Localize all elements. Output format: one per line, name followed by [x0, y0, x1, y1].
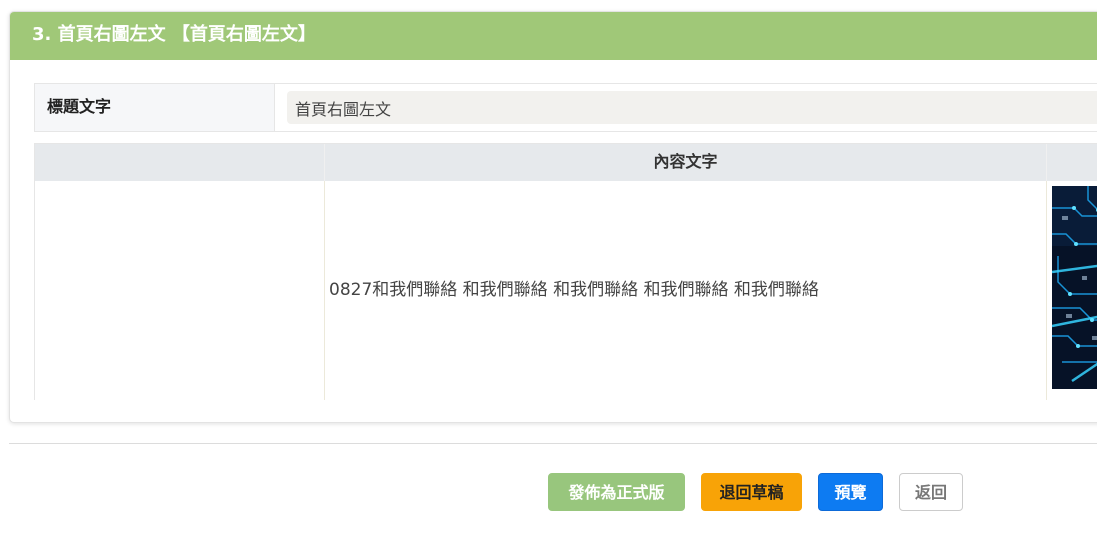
circuit-image-graphic — [1051, 186, 1097, 389]
image-cell — [1047, 181, 1097, 400]
table-header-image — [1047, 144, 1097, 181]
preview-button[interactable]: 預覽 — [818, 473, 883, 511]
title-field-row: 標題文字 — [34, 83, 1097, 132]
circuit-board-image — [1051, 186, 1097, 389]
return-to-draft-button[interactable]: 退回草稿 — [701, 473, 802, 511]
section-title: 3. 首頁右圖左文 【首頁右圖左文】 — [10, 12, 1097, 60]
back-button[interactable]: 返回 — [899, 473, 963, 511]
table-cell-blank — [35, 181, 325, 400]
table-header-blank — [35, 144, 325, 181]
title-field-label: 標題文字 — [35, 84, 275, 131]
table-header-content-text: 內容文字 — [325, 144, 1047, 181]
content-text-cell: 0827和我們聯絡 和我們聯絡 和我們聯絡 和我們聯絡 和我們聯絡 — [325, 181, 1047, 400]
footer-divider — [9, 443, 1097, 444]
section-card: 3. 首頁右圖左文 【首頁右圖左文】 標題文字 內容文字 0827和我們聯絡 和… — [9, 11, 1097, 423]
content-table: 內容文字 0827和我們聯絡 和我們聯絡 和我們聯絡 和我們聯絡 和我們聯絡 — [34, 143, 1097, 400]
title-field-input[interactable] — [287, 91, 1097, 124]
publish-button[interactable]: 發佈為正式版 — [548, 473, 685, 511]
